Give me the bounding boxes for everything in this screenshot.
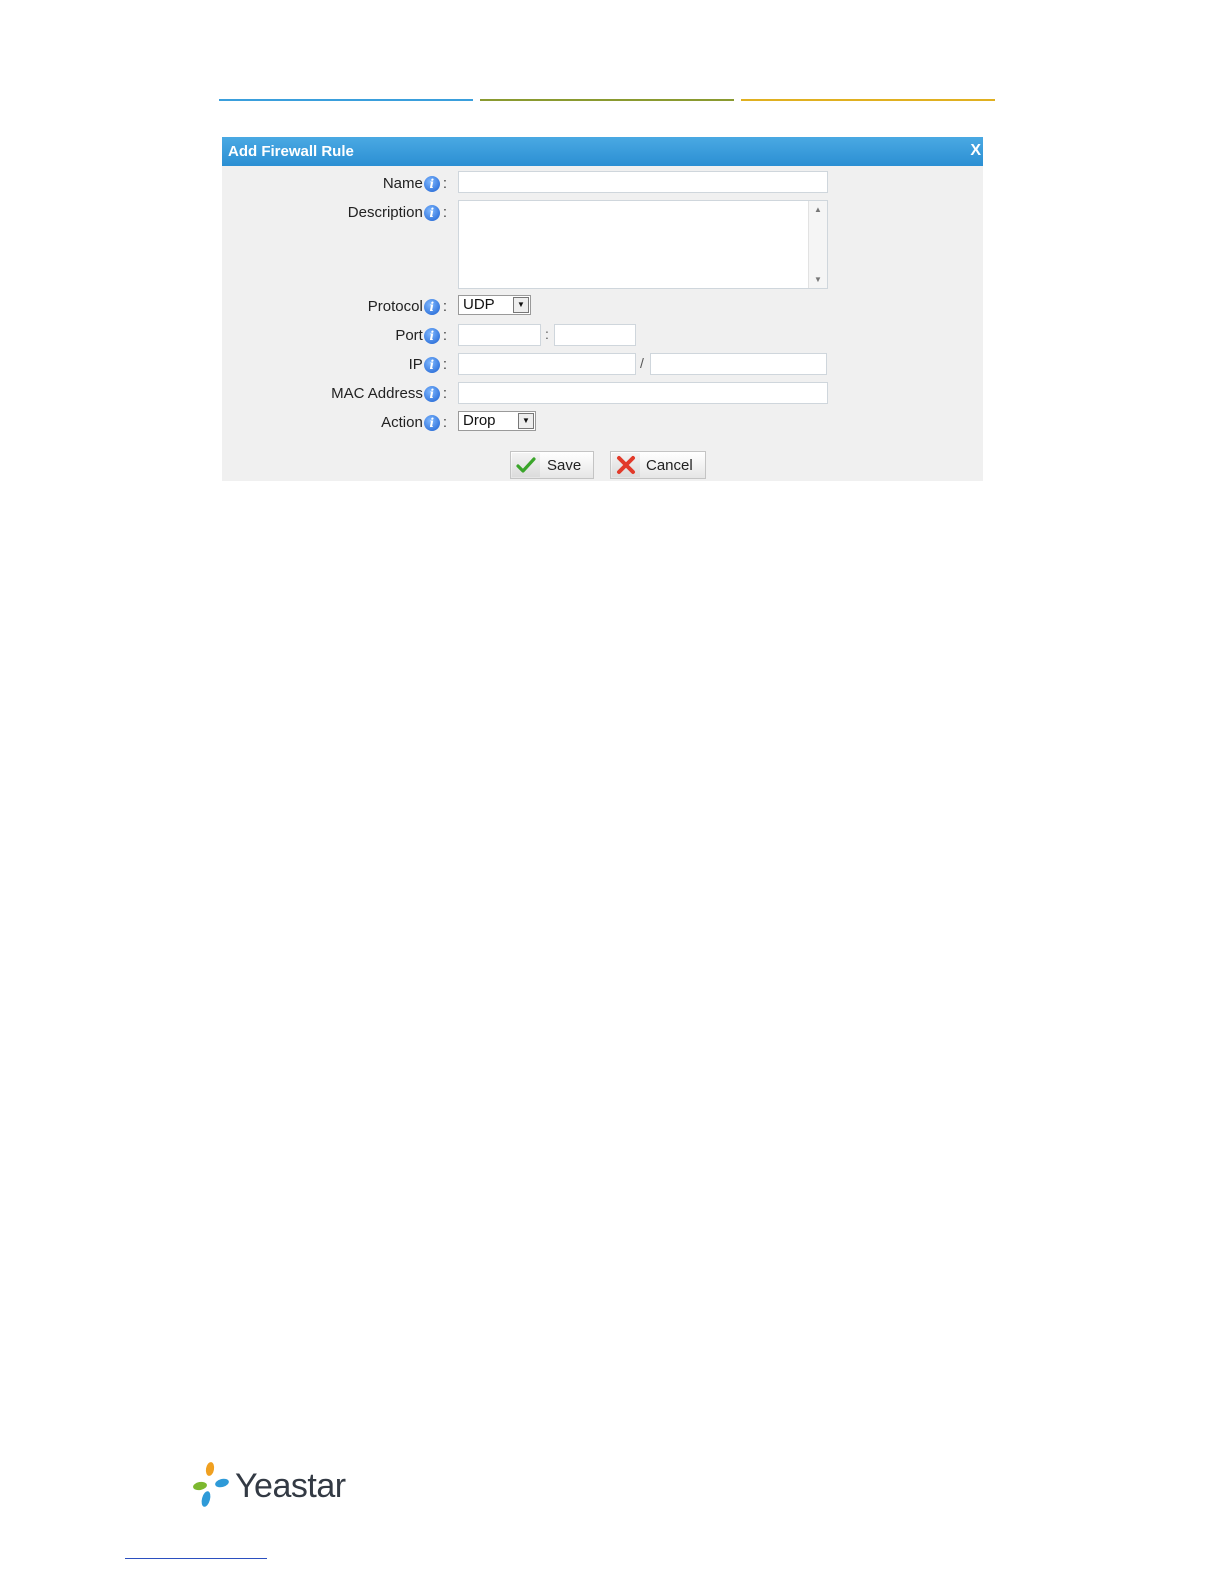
cancel-button-label: Cancel	[646, 457, 693, 474]
description-scrollbar[interactable]: ▲ ▼	[808, 201, 827, 288]
description-label-text: Description	[347, 204, 423, 221]
port-label-text: Port	[395, 327, 423, 344]
mac-address-input[interactable]	[458, 382, 828, 404]
action-label-text: Action	[381, 414, 423, 431]
description-label: Description i:	[347, 204, 447, 221]
footer-rule	[125, 1558, 267, 1559]
ip-separator: /	[640, 355, 644, 371]
ip-label-text: IP	[408, 356, 423, 373]
header-rule-olive	[480, 99, 734, 101]
port-label: Port i:	[395, 327, 447, 344]
info-icon[interactable]: i	[423, 357, 440, 373]
action-selected-value: Drop	[463, 412, 496, 429]
header-rule-blue	[219, 99, 473, 101]
close-x-icon	[612, 453, 640, 477]
header-rule-gold	[741, 99, 995, 101]
info-icon[interactable]: i	[423, 386, 440, 402]
info-icon[interactable]: i	[423, 299, 440, 315]
checkmark-icon	[512, 453, 540, 477]
mac-address-label: MAC Address i:	[331, 385, 447, 402]
description-textarea[interactable]: ▲ ▼	[458, 200, 828, 289]
chevron-down-icon[interactable]: ▼	[513, 297, 529, 313]
name-label: Name i:	[382, 175, 447, 192]
action-select[interactable]: Drop ▼	[458, 411, 536, 431]
info-icon[interactable]: i	[423, 205, 440, 221]
protocol-select[interactable]: UDP ▼	[458, 295, 531, 315]
port-start-input[interactable]	[458, 324, 541, 346]
yeastar-logo: Yeastar	[192, 1461, 352, 1509]
protocol-label: Protocol i:	[367, 298, 447, 315]
ip-label: IP i:	[408, 356, 447, 373]
mac-address-label-text: MAC Address	[331, 385, 423, 402]
logo-text: Yeastar	[235, 1467, 346, 1505]
close-icon[interactable]: X	[970, 142, 981, 160]
dialog-title-bar: Add Firewall Rule X	[222, 137, 983, 166]
protocol-label-text: Protocol	[367, 298, 423, 315]
info-icon[interactable]: i	[423, 176, 440, 192]
cancel-button[interactable]: Cancel	[610, 451, 706, 479]
action-label: Action i:	[381, 414, 447, 431]
dialog-title: Add Firewall Rule	[228, 143, 354, 160]
port-separator: :	[545, 326, 549, 342]
info-icon[interactable]: i	[423, 328, 440, 344]
protocol-selected-value: UDP	[463, 296, 495, 313]
add-firewall-rule-dialog: Add Firewall Rule X Name i: Description …	[222, 137, 983, 481]
name-input[interactable]	[458, 171, 828, 193]
scroll-up-icon[interactable]: ▲	[814, 205, 822, 214]
ip-address-input[interactable]	[458, 353, 636, 375]
port-end-input[interactable]	[554, 324, 636, 346]
save-button[interactable]: Save	[510, 451, 594, 479]
save-button-label: Save	[547, 457, 582, 474]
name-label-text: Name	[382, 175, 423, 192]
chevron-down-icon[interactable]: ▼	[518, 413, 534, 429]
ip-mask-input[interactable]	[650, 353, 827, 375]
yeastar-logo-mark-icon	[193, 1462, 229, 1507]
scroll-down-icon[interactable]: ▼	[814, 275, 822, 284]
info-icon[interactable]: i	[423, 415, 440, 431]
